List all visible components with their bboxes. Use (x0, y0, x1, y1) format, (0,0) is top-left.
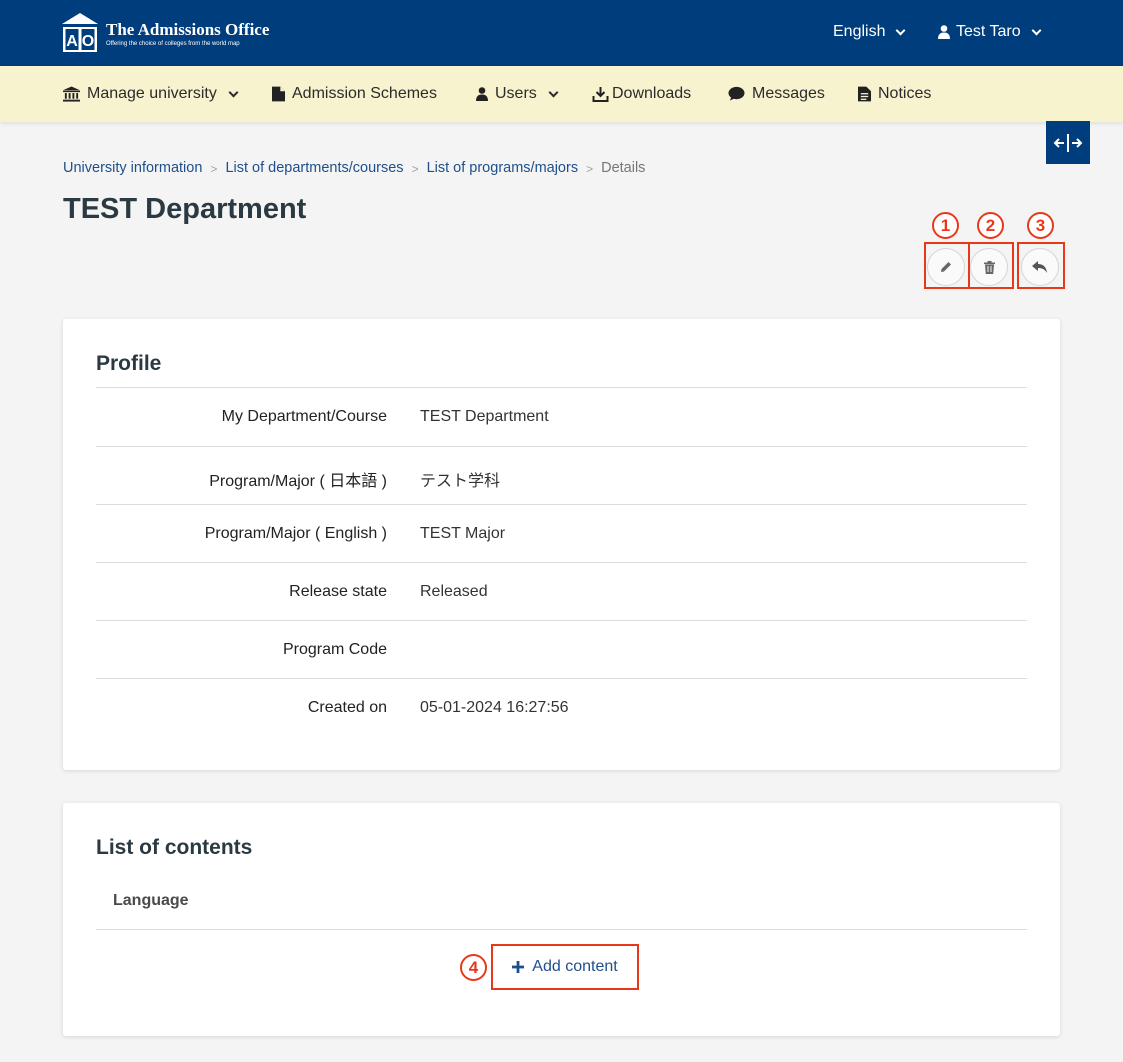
field-label: My Department/Course (221, 408, 387, 425)
brand-logo[interactable]: A O The Admissions Office Offering the c… (62, 11, 292, 53)
user-menu[interactable]: Test Taro (938, 23, 1042, 41)
chevron-down-icon (896, 25, 906, 35)
arrows-horizontal-icon (1053, 133, 1083, 152)
breadcrumb-current: Details (601, 160, 646, 176)
comment-icon (728, 86, 745, 101)
page-title: TEST Department (63, 193, 307, 225)
user-icon (938, 25, 950, 39)
highlight-box (1017, 242, 1065, 289)
field-value: TEST Major (420, 525, 506, 542)
nav-item-users[interactable]: Users (476, 85, 559, 103)
top-header: A O The Admissions Office Offering the c… (0, 0, 1123, 66)
highlight-box (968, 242, 1014, 289)
profile-card: Profile My Department/Course TEST Depart… (63, 319, 1060, 770)
nav-item-downloads[interactable]: Downloads (592, 85, 691, 103)
field-label: Program/Major ( English ) (204, 525, 387, 542)
field-label: Created on (307, 699, 387, 716)
language-selector[interactable]: English (833, 23, 906, 41)
contents-card: List of contents Language 4 Add content (63, 803, 1060, 1036)
expand-width-button[interactable] (1046, 121, 1090, 164)
nav-label: Manage university (87, 85, 217, 102)
profile-row: My Department/Course TEST Department (96, 387, 1027, 445)
field-label: Program Code (282, 641, 387, 658)
breadcrumb-link-programs[interactable]: List of programs/majors (427, 160, 579, 178)
profile-row: Program Code (96, 620, 1027, 678)
nav-label: Messages (752, 85, 825, 102)
profile-row: Release state Released (96, 562, 1027, 620)
chevron-down-icon (548, 87, 559, 97)
field-label: Release state (289, 583, 387, 600)
breadcrumb: University information > List of departm… (63, 160, 645, 178)
logo-mark-icon: A O (62, 13, 98, 52)
breadcrumb-separator: > (586, 162, 594, 176)
institution-icon (63, 86, 80, 102)
download-icon (592, 87, 609, 102)
field-value: テスト学科 (420, 473, 501, 490)
profile-row: Created on 05-01-2024 16:27:56 (96, 678, 1027, 736)
plus-icon (512, 961, 525, 973)
nav-label: Notices (878, 85, 932, 102)
breadcrumb-link-departments[interactable]: List of departments/courses (225, 160, 403, 178)
nav-item-manage-university[interactable]: Manage university (63, 85, 239, 103)
field-value: 05-01-2024 16:27:56 (420, 699, 569, 716)
add-content-button[interactable]: Add content (491, 944, 639, 990)
nav-item-notices[interactable]: Notices (858, 85, 931, 103)
contents-title: List of contents (96, 836, 253, 859)
file-icon (272, 86, 285, 102)
highlight-box (924, 242, 970, 289)
svg-text:O: O (82, 33, 94, 50)
divider (96, 929, 1027, 930)
document-icon (858, 86, 871, 102)
profile-row: Program/Major ( English ) TEST Major (96, 504, 1027, 562)
marker-1: 1 (932, 212, 959, 239)
breadcrumb-link-university-info[interactable]: University information (63, 160, 202, 178)
user-icon (476, 87, 488, 101)
svg-text:A: A (66, 33, 78, 50)
add-content-label: Add content (532, 958, 618, 975)
language-column-header: Language (113, 892, 189, 909)
nav-item-messages[interactable]: Messages (728, 85, 825, 103)
profile-title: Profile (96, 352, 162, 375)
nav-item-admission-schemes[interactable]: Admission Schemes (272, 85, 437, 103)
breadcrumb-separator: > (210, 162, 218, 176)
marker-4: 4 (460, 954, 487, 981)
field-value: TEST Department (420, 408, 549, 425)
field-value: Released (420, 583, 488, 600)
breadcrumb-separator: > (411, 162, 419, 176)
profile-row: Program/Major ( 日本語 ) テスト学科 (96, 446, 1027, 504)
nav-label: Admission Schemes (292, 85, 437, 102)
field-label: Program/Major ( 日本語 ) (209, 473, 387, 490)
language-label: English (833, 23, 886, 40)
marker-3: 3 (1027, 212, 1054, 239)
main-nav: Manage university Admission Schemes User… (0, 66, 1123, 122)
brand-subtitle: Offering the choice of colleges from the… (106, 41, 240, 47)
brand-title: The Admissions Office (106, 20, 270, 39)
nav-label: Downloads (612, 85, 692, 102)
chevron-down-icon (1031, 25, 1042, 35)
nav-label: Users (495, 85, 537, 102)
chevron-down-icon (228, 87, 239, 97)
user-name: Test Taro (956, 23, 1021, 40)
marker-2: 2 (977, 212, 1004, 239)
